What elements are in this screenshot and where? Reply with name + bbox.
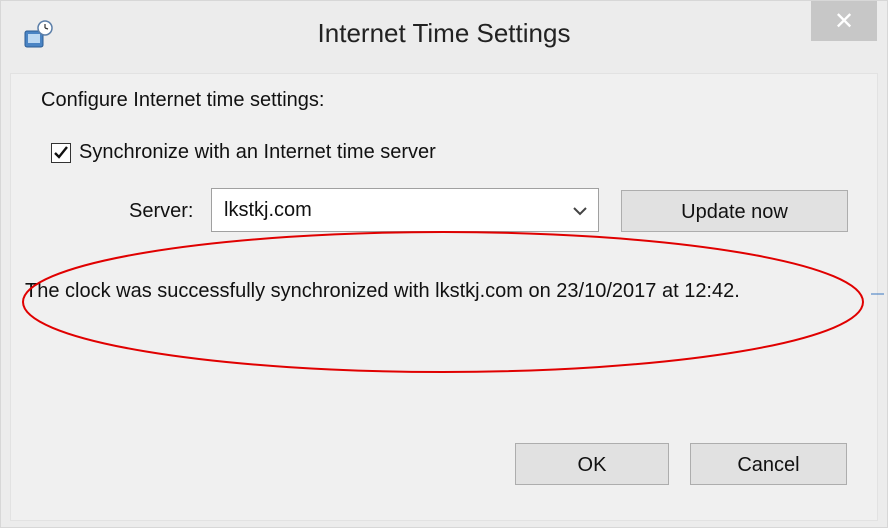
sync-checkbox-label: Synchronize with an Internet time server	[79, 141, 436, 163]
title-bar: Internet Time Settings ✕	[1, 1, 887, 73]
server-combobox[interactable]: lkstkj.com	[211, 188, 599, 232]
checkmark-icon	[54, 145, 68, 159]
sync-status-message: The clock was successfully synchronized …	[25, 280, 740, 302]
close-button[interactable]: ✕	[811, 1, 877, 41]
window-title: Internet Time Settings	[317, 18, 571, 48]
chevron-down-icon[interactable]	[572, 203, 588, 219]
sync-checkbox-row[interactable]: Synchronize with an Internet time server	[51, 141, 436, 164]
configure-label: Configure Internet time settings:	[41, 89, 325, 111]
ok-button[interactable]: OK	[515, 443, 669, 485]
internet-time-settings-dialog: Internet Time Settings ✕ Configure Inter…	[0, 0, 888, 528]
server-label: Server:	[129, 200, 194, 222]
update-now-button[interactable]: Update now	[621, 190, 848, 232]
sync-checkbox[interactable]	[51, 142, 71, 163]
cancel-button[interactable]: Cancel	[690, 443, 847, 485]
server-value: lkstkj.com	[224, 199, 312, 221]
